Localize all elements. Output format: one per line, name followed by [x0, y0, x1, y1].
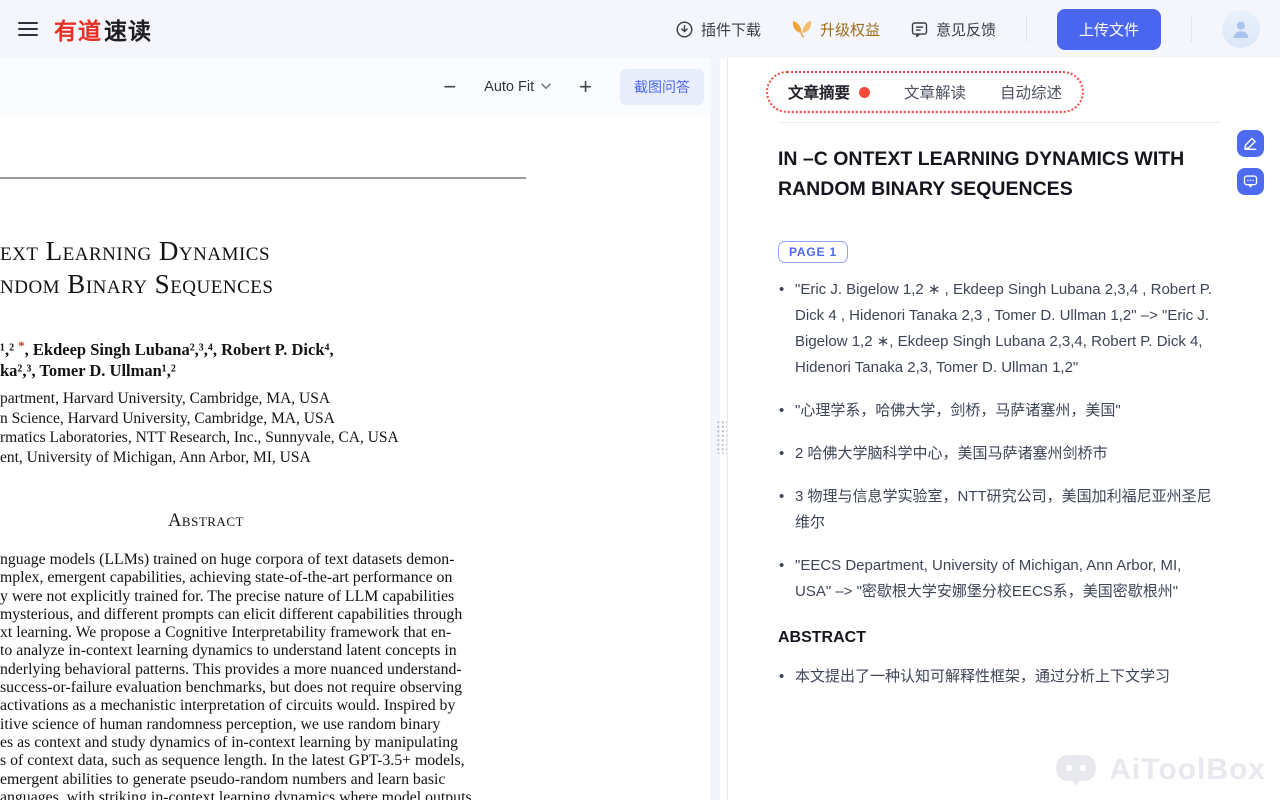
panel-resize-handle[interactable]	[716, 420, 727, 454]
pdf-page: ext Learning Dynamics ndom Binary Sequen…	[0, 115, 710, 800]
pdf-viewer-panel: − Auto Fit + 截图问答 ext Learning Dynamics …	[0, 58, 710, 800]
summary-abstract-list: 本文提出了一种认知可解释性框架，通过分析上下文学习	[778, 664, 1218, 690]
watermark: AiToolBox	[1053, 752, 1266, 788]
summary-bullet: 2 哈佛大学脑科学中心，美国马萨诸塞州剑桥市	[778, 441, 1218, 467]
paper-authors: ¹,² *, Ekdeep Singh Lubana²,³,⁴, Robert …	[0, 335, 334, 381]
fit-mode-label: Auto Fit	[484, 79, 534, 95]
robot-icon	[1053, 752, 1099, 788]
authors-line1-pre: ¹,²	[0, 340, 18, 359]
tab-label: 文章解读	[904, 81, 966, 103]
summary-bullet: 3 物理与信息学实验室，NTT研究公司，美国加利福尼亚州圣尼维尔	[778, 484, 1218, 536]
pdf-toolbar: − Auto Fit + 截图问答	[0, 58, 710, 115]
screenshot-qa-button[interactable]: 截图问答	[620, 69, 704, 105]
panel-gutter	[710, 58, 728, 800]
summary-abstract-heading: ABSTRACT	[778, 629, 1218, 647]
butterfly-icon	[791, 19, 813, 39]
abstract-line: anguages, with striking in-context learn…	[0, 789, 472, 800]
tab-label: 文章摘要	[788, 81, 850, 103]
tab-auto-review[interactable]: 自动综述	[1000, 81, 1062, 103]
abstract-line: nguage models (LLMs) trained on huge cor…	[0, 551, 472, 569]
summary-title: IN –C ONTEXT LEARNING DYNAMICS WITH RAND…	[778, 144, 1218, 204]
paper-affiliations: partment, Harvard University, Cambridge,…	[0, 389, 399, 467]
header-right: 插件下载 升级权益 意见反馈 上传文件	[675, 9, 1260, 50]
pencil-icon	[1243, 136, 1258, 151]
affiliation-line: ent, University of Michigan, Ann Arbor, …	[0, 448, 399, 468]
tab-article-summary[interactable]: 文章摘要	[788, 81, 870, 103]
paper-title: ext Learning Dynamics ndom Binary Sequen…	[0, 235, 273, 301]
abstract-line: success-or-failure evaluation benchmarks…	[0, 679, 472, 697]
summary-bullet: 本文提出了一种认知可解释性框架，通过分析上下文学习	[778, 664, 1218, 690]
authors-line1-post: , Ekdeep Singh Lubana²,³,⁴, Robert P. Di…	[25, 340, 334, 359]
summary-bullet: "Eric J. Bigelow 1,2 ∗ , Ekdeep Singh Lu…	[778, 277, 1218, 381]
tab-label: 自动综述	[1000, 81, 1062, 103]
tab-article-interpretation[interactable]: 文章解读	[904, 81, 966, 103]
chevron-down-icon	[541, 83, 551, 90]
abstract-line: s of context data, such as sequence leng…	[0, 752, 472, 770]
affiliation-line: n Science, Harvard University, Cambridge…	[0, 409, 399, 429]
abstract-line: y were not explicitly trained for. The p…	[0, 588, 472, 606]
nav-upgrade-benefits[interactable]: 升级权益	[791, 19, 880, 40]
app-header: 有道速读 插件下载 升级权益 意见反馈 上传文件	[0, 0, 1280, 58]
abstract-line: mplex, emergent capabilities, achieving …	[0, 569, 472, 587]
nav-label: 意见反馈	[936, 19, 996, 40]
paper-abstract-body: nguage models (LLMs) trained on huge cor…	[0, 551, 472, 800]
affiliation-line: rmatics Laboratories, NTT Research, Inc.…	[0, 428, 399, 448]
logo-part-red: 有道	[54, 18, 102, 44]
abstract-line: emergent abilities to generate pseudo-ra…	[0, 771, 472, 789]
user-avatar[interactable]	[1222, 10, 1260, 48]
summary-bullet-list: "Eric J. Bigelow 1,2 ∗ , Ekdeep Singh Lu…	[778, 277, 1218, 605]
comment-button[interactable]	[1237, 168, 1264, 195]
active-tab-dot	[859, 87, 870, 98]
person-icon	[1229, 17, 1253, 41]
abstract-line: activations as a mechanistic interpretat…	[0, 697, 472, 715]
summary-panel: 文章摘要 文章解读 自动综述 IN –C ONTEXT LEARNING DYN…	[728, 58, 1280, 800]
summary-bullet: "心理学系，哈佛大学，剑桥，马萨诸塞州，美国"	[778, 398, 1218, 424]
abstract-line: es as context and study dynamics of in-c…	[0, 734, 472, 752]
upload-file-button[interactable]: 上传文件	[1057, 9, 1161, 50]
logo-part-dark: 速读	[104, 18, 152, 44]
abstract-line: to analyze in-context learning dynamics …	[0, 642, 472, 660]
paper-abstract-heading: Abstract	[0, 511, 412, 532]
header-divider	[1026, 16, 1027, 42]
nav-label: 升级权益	[820, 19, 880, 40]
app-logo: 有道速读	[54, 12, 152, 46]
nav-plugin-download[interactable]: 插件下载	[675, 19, 761, 40]
nav-feedback[interactable]: 意见反馈	[910, 19, 996, 40]
watermark-text: AiToolBox	[1109, 753, 1266, 787]
zoom-out-button[interactable]: −	[443, 76, 456, 98]
page-badge[interactable]: PAGE 1	[778, 241, 848, 263]
header-divider	[1191, 16, 1192, 42]
paper-title-line1: ext Learning Dynamics	[0, 235, 273, 268]
abstract-line: nderlying behavioral patterns. This prov…	[0, 661, 472, 679]
pdf-top-rule	[0, 177, 526, 179]
nav-label: 插件下载	[701, 19, 761, 40]
summary-tabs: 文章摘要 文章解读 自动综述	[766, 71, 1084, 113]
abstract-line: xt learning. We propose a Cognitive Inte…	[0, 624, 472, 642]
zoom-in-button[interactable]: +	[579, 76, 592, 98]
paper-title-line2: ndom Binary Sequences	[0, 268, 273, 301]
summary-content: IN –C ONTEXT LEARNING DYNAMICS WITH RAND…	[728, 123, 1280, 690]
abstract-line: itive science of human randomness percep…	[0, 716, 472, 734]
summary-bullet: "EECS Department, University of Michigan…	[778, 553, 1218, 605]
main-split: − Auto Fit + 截图问答 ext Learning Dynamics …	[0, 58, 1280, 800]
feedback-bubble-icon	[910, 20, 929, 39]
chat-bubble-icon	[1243, 174, 1258, 189]
authors-line1: ¹,² *, Ekdeep Singh Lubana²,³,⁴, Robert …	[0, 335, 334, 360]
header-left: 有道速读	[18, 12, 152, 46]
download-circle-icon	[675, 20, 694, 39]
hamburger-menu-icon[interactable]	[18, 22, 38, 36]
authors-line2: ka²,³, Tomer D. Ullman¹,²	[0, 360, 334, 381]
fit-mode-dropdown[interactable]: Auto Fit	[484, 79, 551, 95]
abstract-line: mysterious, and different prompts can el…	[0, 606, 472, 624]
note-edit-button[interactable]	[1237, 130, 1264, 157]
affiliation-line: partment, Harvard University, Cambridge,…	[0, 389, 399, 409]
